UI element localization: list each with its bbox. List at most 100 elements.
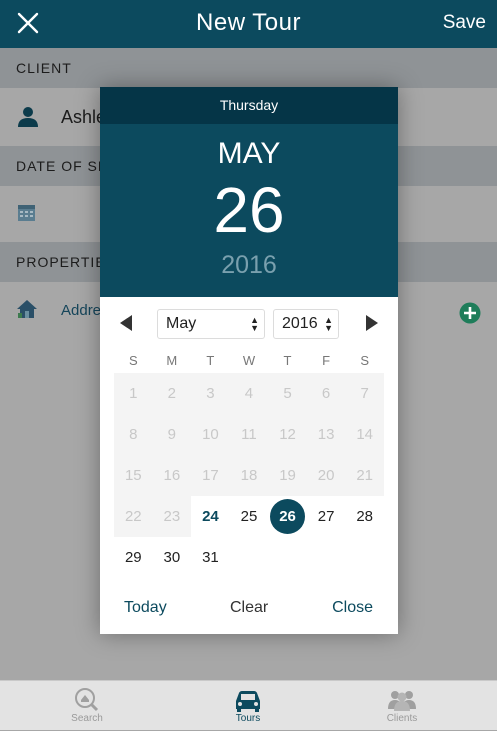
- weekday-header: F: [322, 353, 331, 368]
- calendar-empty-cell: [268, 537, 307, 578]
- client-section-heading: CLIENT: [0, 48, 497, 88]
- tab-label: Tours: [235, 713, 261, 724]
- weekday-header: W: [242, 353, 256, 368]
- weekday-header-row: S M T W T F S: [114, 353, 384, 373]
- select-arrows-icon: ▲ ▼: [324, 315, 333, 333]
- day-number: 5: [283, 385, 292, 402]
- day-number: 17: [202, 467, 219, 484]
- car-icon: [236, 691, 260, 712]
- day-number: 27: [317, 508, 335, 525]
- tab-search[interactable]: Search: [27, 681, 147, 731]
- address-input[interactable]: Addre: [61, 302, 101, 319]
- day-number: 18: [240, 467, 258, 484]
- calendar-day[interactable]: 29: [114, 537, 153, 578]
- tab-label: Search: [71, 713, 103, 724]
- day-number: 20: [317, 467, 335, 484]
- year-select[interactable]: 2016 ▲ ▼: [273, 309, 339, 339]
- day-number: 15: [124, 467, 142, 484]
- calendar-day: 12: [268, 414, 307, 455]
- calendar-empty-cell: [345, 537, 384, 578]
- save-button[interactable]: Save: [443, 12, 486, 34]
- weekday-header: M: [166, 353, 178, 368]
- calendar-day[interactable]: 31: [191, 537, 230, 578]
- calendar-day[interactable]: 27: [307, 496, 346, 537]
- day-number: 12: [279, 426, 296, 443]
- picker-month: MAY: [217, 137, 281, 170]
- person-icon: [18, 107, 38, 127]
- calendar-empty-cell: [230, 537, 269, 578]
- picker-year[interactable]: 2016: [100, 251, 398, 280]
- day-number: 1: [129, 385, 138, 402]
- day-number: 29: [124, 549, 142, 566]
- day-number: 14: [356, 426, 373, 443]
- day-number: 19: [279, 467, 296, 484]
- calendar-week-row: 8 9 10 11 12 13 14: [114, 414, 384, 455]
- calendar-day: 16: [152, 455, 192, 496]
- calendar-day[interactable]: 25: [230, 496, 269, 537]
- top-bar: New Tour Save: [0, 0, 497, 48]
- day-number: 10: [202, 426, 219, 443]
- month-select[interactable]: May ▲ ▼: [157, 309, 265, 339]
- day-number: 7: [360, 385, 369, 402]
- calendar-day: 5: [268, 373, 307, 414]
- calendar-grid: S M T W T F S 1 2 3 4 5 6 7 8 9 10 11 12 13 14 15 16 17 1…: [114, 353, 384, 578]
- calendar-day: 3: [191, 373, 230, 414]
- month-navigation: May ▲ ▼ 2016 ▲ ▼: [100, 309, 398, 341]
- day-number: 25: [240, 508, 258, 525]
- day-number: 30: [163, 549, 181, 566]
- weekday-header: S: [360, 353, 369, 368]
- prev-month-icon[interactable]: [120, 315, 132, 331]
- calendar-day[interactable]: 24: [191, 496, 230, 537]
- day-number: 16: [163, 467, 181, 484]
- calendar-empty-cell: [307, 537, 346, 578]
- day-number: 11: [241, 426, 257, 443]
- picker-weekday: Thursday: [100, 87, 398, 124]
- calendar-day: 19: [268, 455, 307, 496]
- clear-button[interactable]: Clear: [230, 599, 268, 617]
- add-property-icon[interactable]: [459, 302, 481, 324]
- day-number: 13: [317, 426, 335, 443]
- tab-clients[interactable]: Clients: [342, 681, 462, 731]
- calendar-day: 17: [191, 455, 230, 496]
- close-button[interactable]: Close: [332, 599, 373, 617]
- select-arrows-icon: ▲ ▼: [250, 315, 259, 333]
- calendar-day: 15: [114, 455, 153, 496]
- day-number: 9: [167, 426, 177, 443]
- month-select-value: May: [166, 315, 197, 332]
- tab-bar: Search Tours Clients: [0, 680, 497, 730]
- day-number: 28: [356, 508, 373, 525]
- calendar-week-row: 29 30 31: [114, 537, 384, 578]
- calendar-day: 4: [229, 373, 269, 414]
- calendar-day: 6: [306, 373, 346, 414]
- calendar-week-row: 15 16 17 18 19 20 21: [114, 455, 384, 496]
- picker-footer: Today Clear Close: [100, 599, 398, 625]
- weekday-header: T: [283, 353, 292, 368]
- house-icon: [17, 300, 37, 318]
- calendar-day: 14: [345, 414, 384, 455]
- calendar-day: 22: [114, 496, 153, 537]
- clients-icon: [388, 691, 416, 711]
- calendar-day: 2: [152, 373, 192, 414]
- calendar-day: 10: [191, 414, 230, 455]
- calendar-day: 20: [306, 455, 346, 496]
- calendar-icon: [18, 205, 35, 221]
- weekday-header: S: [128, 353, 138, 368]
- calendar-day: 11: [229, 414, 269, 455]
- calendar-day[interactable]: 28: [345, 496, 384, 537]
- calendar-week-row: 1 2 3 4 5 6 7: [114, 373, 384, 414]
- tab-tours[interactable]: Tours: [188, 681, 308, 731]
- day-number: 2: [167, 385, 177, 402]
- date-picker-dialog: Thursday MAY 26 2016 May ▲ ▼ 2016 ▲ ▼ S M …: [100, 87, 398, 634]
- today-button[interactable]: Today: [124, 599, 167, 617]
- calendar-day[interactable]: 30: [153, 537, 192, 578]
- calendar-day: 7: [345, 373, 384, 414]
- picker-day: 26: [213, 174, 285, 246]
- picker-date-display: MAY 26 2016: [100, 124, 398, 297]
- day-number: 22: [124, 508, 142, 525]
- day-number: 26: [279, 508, 296, 525]
- search-icon: [75, 688, 99, 712]
- next-month-icon[interactable]: [366, 315, 378, 331]
- day-number: 21: [356, 467, 373, 484]
- day-number: 4: [244, 385, 254, 402]
- calendar-day-selected[interactable]: 26: [268, 496, 307, 537]
